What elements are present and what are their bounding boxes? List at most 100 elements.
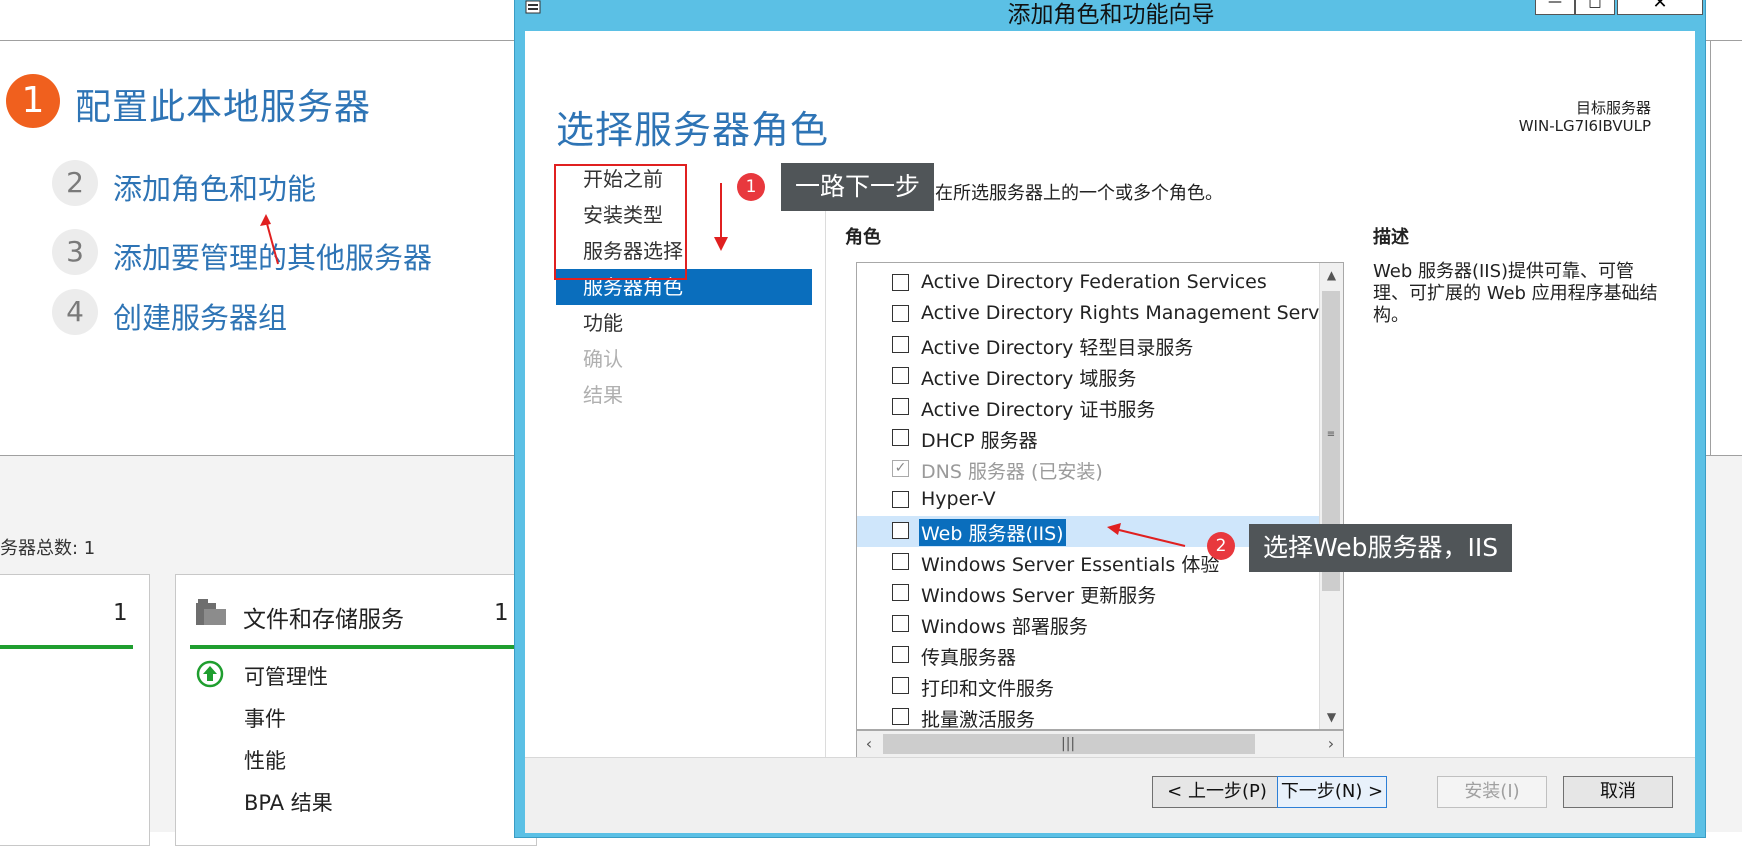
role-checkbox[interactable]: [892, 367, 909, 384]
target-server-value: WIN-LG7I6IBVULP: [1518, 117, 1651, 135]
role-checkbox[interactable]: [892, 429, 909, 446]
tile-status-bar: [190, 645, 530, 649]
role-checkbox[interactable]: [892, 491, 909, 508]
role-item[interactable]: Active Directory 轻型目录服务: [857, 330, 1319, 361]
server-tile-local[interactable]: 1: [0, 574, 150, 846]
roles-vertical-scrollbar[interactable]: ▲ ≡ ▼: [1319, 263, 1343, 729]
step-3-badge: 3: [52, 229, 98, 275]
role-checkbox[interactable]: [892, 677, 909, 694]
annotation-arrow-head: [714, 237, 728, 251]
roles-list[interactable]: Active Directory Federation Services Act…: [856, 262, 1344, 730]
annotation-badge-2: 2: [1207, 532, 1235, 560]
role-item[interactable]: Active Directory Rights Management Servi…: [857, 299, 1343, 330]
nav-features[interactable]: 功能: [556, 305, 812, 341]
role-label: DNS 服务器 (已安装): [921, 461, 1103, 483]
annotation-box: [554, 164, 687, 280]
scroll-down-icon[interactable]: ▼: [1320, 705, 1343, 729]
role-label[interactable]: Active Directory 证书服务: [921, 395, 1155, 422]
step-4-badge: 4: [52, 289, 98, 335]
role-checkbox[interactable]: [892, 615, 909, 632]
role-label[interactable]: Hyper-V: [921, 488, 996, 510]
annotation-callout-1: 一路下一步: [781, 163, 935, 211]
role-item[interactable]: 批量激活服务: [857, 702, 1319, 729]
role-label[interactable]: 批量激活服务: [921, 705, 1035, 729]
scroll-grip-icon: ≡: [1326, 429, 1336, 440]
roles-column-header: 角色: [845, 227, 881, 248]
role-item[interactable]: Windows Server 更新服务: [857, 578, 1319, 609]
role-checkbox[interactable]: [892, 398, 909, 415]
role-label[interactable]: Active Directory Federation Services: [921, 271, 1267, 293]
role-item[interactable]: Hyper-V: [857, 485, 1319, 516]
scroll-thumb[interactable]: |||: [883, 734, 1255, 754]
annotation-badge-1: 1: [737, 173, 765, 201]
role-label[interactable]: 传真服务器: [921, 643, 1016, 670]
description-header: 描述: [1373, 227, 1409, 248]
status-up-icon: [196, 660, 224, 688]
scroll-right-icon[interactable]: ›: [1319, 731, 1343, 757]
wizard-content: 选择服务器角色 目标服务器 WIN-LG7I6IBVULP 开始之前 安装类型 …: [525, 31, 1695, 758]
nav-results: 结果: [583, 383, 623, 407]
install-button: 安装(I): [1437, 776, 1547, 808]
annotation-callout-2: 选择Web服务器，IIS: [1249, 524, 1513, 572]
server-tile-file-storage[interactable]: 文件和存储服务 1 可管理性 事件 性能 BPA 结果: [175, 574, 537, 846]
next-button[interactable]: 下一步(N) >: [1277, 776, 1387, 808]
role-label[interactable]: Active Directory Rights Management Servi…: [921, 302, 1343, 324]
annotation-arrow: [1107, 523, 1186, 547]
minimize-button[interactable]: —: [1535, 0, 1575, 15]
role-label[interactable]: Windows 部署服务: [921, 612, 1088, 639]
tile-item-performance[interactable]: 性能: [244, 745, 286, 775]
role-item[interactable]: Active Directory Federation Services: [857, 268, 1319, 299]
role-label[interactable]: Web 服务器(IIS): [919, 519, 1066, 546]
step-1-link[interactable]: 配置此本地服务器: [75, 78, 371, 130]
role-item[interactable]: DHCP 服务器: [857, 423, 1319, 454]
maximize-button[interactable]: □: [1575, 0, 1615, 15]
role-description: Web 服务器(IIS)提供可靠、可管理、可扩展的 Web 应用程序基础结构。: [1373, 261, 1658, 326]
add-roles-wizard-window: 添加角色和功能向导 — □ ✕ 选择服务器角色 目标服务器 WIN-LG7I6I…: [514, 0, 1706, 838]
role-item[interactable]: Active Directory 域服务: [857, 361, 1319, 392]
role-label[interactable]: Active Directory 轻型目录服务: [921, 333, 1193, 360]
tile-item-bpa[interactable]: BPA 结果: [244, 787, 333, 817]
pane-divider: [1710, 40, 1711, 455]
page-title: 选择服务器角色: [556, 108, 830, 152]
previous-button[interactable]: < 上一步(P): [1152, 776, 1282, 808]
scroll-grip-icon: |||: [1061, 736, 1076, 752]
role-checkbox[interactable]: [892, 274, 909, 291]
role-label[interactable]: Windows Server Essentials 体验: [921, 550, 1219, 577]
role-label[interactable]: Active Directory 域服务: [921, 364, 1136, 391]
role-checkbox[interactable]: [892, 336, 909, 353]
tile-item-events[interactable]: 事件: [244, 703, 286, 733]
role-item[interactable]: 打印和文件服务: [857, 671, 1319, 702]
roles-horizontal-scrollbar[interactable]: ‹ ||| ›: [856, 730, 1344, 758]
nav-confirmation: 确认: [583, 347, 623, 371]
role-label[interactable]: 打印和文件服务: [921, 674, 1054, 701]
role-checkbox[interactable]: [892, 305, 909, 322]
annotation-arrow: [720, 183, 722, 243]
cancel-button[interactable]: 取消: [1563, 776, 1673, 808]
role-label[interactable]: Windows Server 更新服务: [921, 581, 1156, 608]
role-checkbox[interactable]: [892, 708, 909, 725]
tile-count: 1: [113, 600, 128, 626]
tile-item-manageability[interactable]: 可管理性: [244, 661, 328, 691]
close-button[interactable]: ✕: [1617, 0, 1703, 15]
role-checkbox[interactable]: [892, 584, 909, 601]
role-checkbox[interactable]: [892, 553, 909, 570]
role-checkbox[interactable]: [892, 646, 909, 663]
nav-divider: [825, 181, 826, 757]
role-checkbox-checked: ✓: [892, 460, 909, 477]
role-item[interactable]: Windows 部署服务: [857, 609, 1319, 640]
role-checkbox[interactable]: [892, 522, 909, 539]
folder-server-icon: [196, 599, 226, 625]
step-2-link[interactable]: 添加角色和功能: [113, 166, 316, 208]
role-label[interactable]: DHCP 服务器: [921, 426, 1038, 453]
role-item[interactable]: 传真服务器: [857, 640, 1319, 671]
window-title: 添加角色和功能向导: [1007, 2, 1215, 28]
annotation-arrow: [260, 214, 279, 265]
wizard-footer: < 上一步(P) 下一步(N) > 安装(I) 取消: [525, 757, 1695, 833]
role-item: ✓ DNS 服务器 (已安装): [857, 454, 1319, 485]
step-4-link[interactable]: 创建服务器组: [113, 295, 287, 337]
step-2-badge: 2: [52, 160, 98, 206]
scroll-left-icon[interactable]: ‹: [857, 731, 881, 757]
server-count-label: 务器总数: 1: [0, 538, 96, 559]
scroll-up-icon[interactable]: ▲: [1320, 263, 1343, 287]
role-item[interactable]: Active Directory 证书服务: [857, 392, 1319, 423]
